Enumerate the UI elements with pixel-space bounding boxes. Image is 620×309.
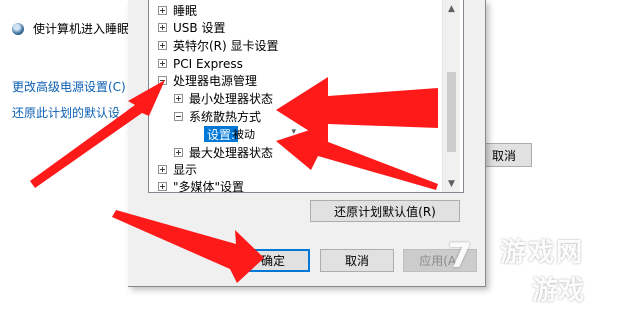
tree-item-usb[interactable]: USB 设置 [158, 19, 225, 36]
expand-icon[interactable] [158, 6, 167, 15]
tree-item-label: PCI Express [173, 56, 243, 71]
tree-item-label: USB 设置 [173, 21, 226, 35]
expand-icon[interactable] [158, 59, 167, 68]
sleep-setting: 使计算机进入睡眠状 [12, 20, 141, 37]
collapse-icon[interactable] [174, 112, 183, 121]
scroll-down-icon[interactable]: ▼ [443, 175, 460, 192]
tree-item-min-processor-state[interactable]: 最小处理器状态 [174, 90, 273, 107]
tree-item-label: 显示 [173, 163, 198, 177]
expand-icon[interactable] [174, 148, 183, 157]
chevron-down-icon[interactable]: ▾ [291, 127, 296, 137]
restore-defaults-button[interactable]: 还原计划默认值(R) [310, 200, 460, 222]
tree-item-label: 系统散热方式 [189, 110, 262, 124]
watermark-brand-bottom: 游戏 [532, 276, 585, 306]
expand-icon[interactable] [158, 182, 167, 191]
tree-item-label: 最大处理器状态 [189, 146, 274, 160]
scrollbar-thumb[interactable] [447, 72, 456, 152]
collapse-icon[interactable] [158, 76, 167, 85]
ok-button[interactable]: 确定 [236, 249, 310, 272]
tree-item-label: 处理器电源管理 [173, 74, 258, 88]
tree-item-label: 最小处理器状态 [189, 92, 274, 106]
expand-icon[interactable] [158, 41, 167, 50]
watermark-url: ax.com [562, 242, 599, 253]
tree-item-intel-graphics[interactable]: 英特尔(R) 显卡设置 [158, 37, 279, 54]
expand-icon[interactable] [158, 23, 167, 32]
sleep-setting-label: 使计算机进入睡眠状 [33, 22, 142, 36]
expand-icon[interactable] [158, 165, 167, 174]
tree-item-label: "多媒体"设置 [173, 180, 245, 194]
cancel-button[interactable]: 取消 [320, 249, 394, 272]
restore-plan-defaults-link[interactable]: 还原此计划的默认设 [12, 104, 120, 121]
tree-item-system-cooling[interactable]: 系统散热方式 [174, 108, 261, 125]
change-advanced-power-settings-link[interactable]: 更改高级电源设置(C) [12, 78, 126, 95]
cooling-policy-value: 被动 [233, 128, 255, 141]
tree-item-multimedia[interactable]: "多媒体"设置 [158, 178, 244, 195]
scroll-up-icon[interactable]: ▲ [443, 0, 460, 17]
tree-item-display[interactable]: 显示 [158, 161, 197, 178]
tree-item-label: 英特尔(R) 显卡设置 [173, 39, 279, 53]
watermark-mark: 7 [448, 236, 472, 276]
tree-item-label: 睡眠 [173, 4, 198, 18]
cooling-policy-dropdown[interactable]: 被动 ▾ [230, 126, 300, 142]
tree-item-sleep[interactable]: 睡眠 [158, 2, 197, 19]
tree-item-max-processor-state[interactable]: 最大处理器状态 [174, 144, 273, 161]
watermark-logo: 7 游戏网 7HAOYOUXIWANG 游戏 ax.com [440, 228, 620, 309]
power-plan-icon [12, 22, 24, 35]
tree-item-processor-power[interactable]: 处理器电源管理 [158, 72, 257, 89]
vertical-scrollbar[interactable]: ▲ ▼ [442, 0, 460, 192]
expand-icon[interactable] [174, 94, 183, 103]
tree-item-pci-express[interactable]: PCI Express [158, 55, 243, 72]
